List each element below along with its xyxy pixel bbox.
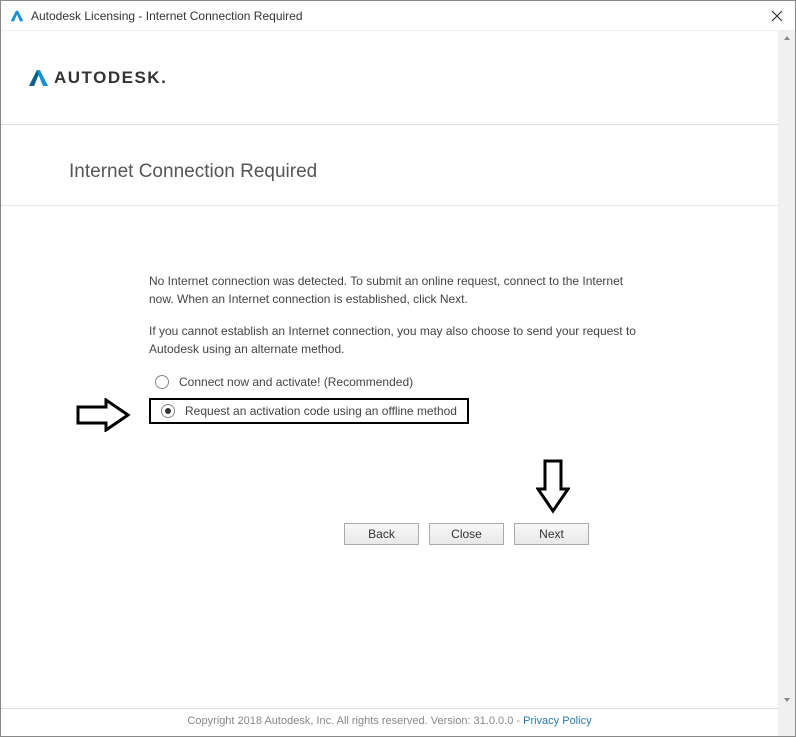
body-paragraph-1: No Internet connection was detected. To …: [149, 272, 649, 308]
radio-button-connect-now[interactable]: [155, 375, 169, 389]
radio-label-connect-now: Connect now and activate! (Recommended): [179, 375, 413, 389]
privacy-policy-link[interactable]: Privacy Policy: [523, 715, 591, 727]
scroll-up-arrow[interactable]: [782, 33, 792, 46]
page-title-section: Internet Connection Required: [1, 125, 778, 206]
radio-option-offline-method[interactable]: Request an activation code using an offl…: [149, 398, 469, 424]
button-row: Back Close Next: [344, 523, 589, 545]
radio-label-offline-method: Request an activation code using an offl…: [185, 404, 457, 418]
radio-button-offline-method[interactable]: [161, 404, 175, 418]
radio-group: Connect now and activate! (Recommended) …: [149, 372, 778, 430]
window-title: Autodesk Licensing - Internet Connection…: [31, 9, 767, 23]
annotation-arrow-down: [536, 459, 570, 519]
autodesk-logo-icon: [27, 67, 49, 89]
logo-header: AUTODESK.: [1, 31, 778, 125]
footer-copyright: Copyright 2018 Autodesk, Inc. All rights…: [187, 715, 523, 727]
footer: Copyright 2018 Autodesk, Inc. All rights…: [1, 708, 778, 733]
scrollbar[interactable]: [778, 31, 795, 736]
body-paragraph-2: If you cannot establish an Internet conn…: [149, 322, 649, 358]
annotation-arrow-right: [76, 398, 131, 437]
brand-name: AUTODESK.: [54, 68, 167, 88]
autodesk-logo: AUTODESK.: [27, 67, 167, 89]
scroll-down-arrow[interactable]: [782, 695, 792, 708]
back-button[interactable]: Back: [344, 523, 419, 545]
radio-option-connect-now[interactable]: Connect now and activate! (Recommended): [149, 372, 778, 392]
titlebar: Autodesk Licensing - Internet Connection…: [1, 1, 795, 31]
next-button[interactable]: Next: [514, 523, 589, 545]
app-icon: [9, 8, 25, 24]
page-title: Internet Connection Required: [69, 161, 778, 183]
close-button[interactable]: Close: [429, 523, 504, 545]
close-window-button[interactable]: [767, 6, 787, 26]
